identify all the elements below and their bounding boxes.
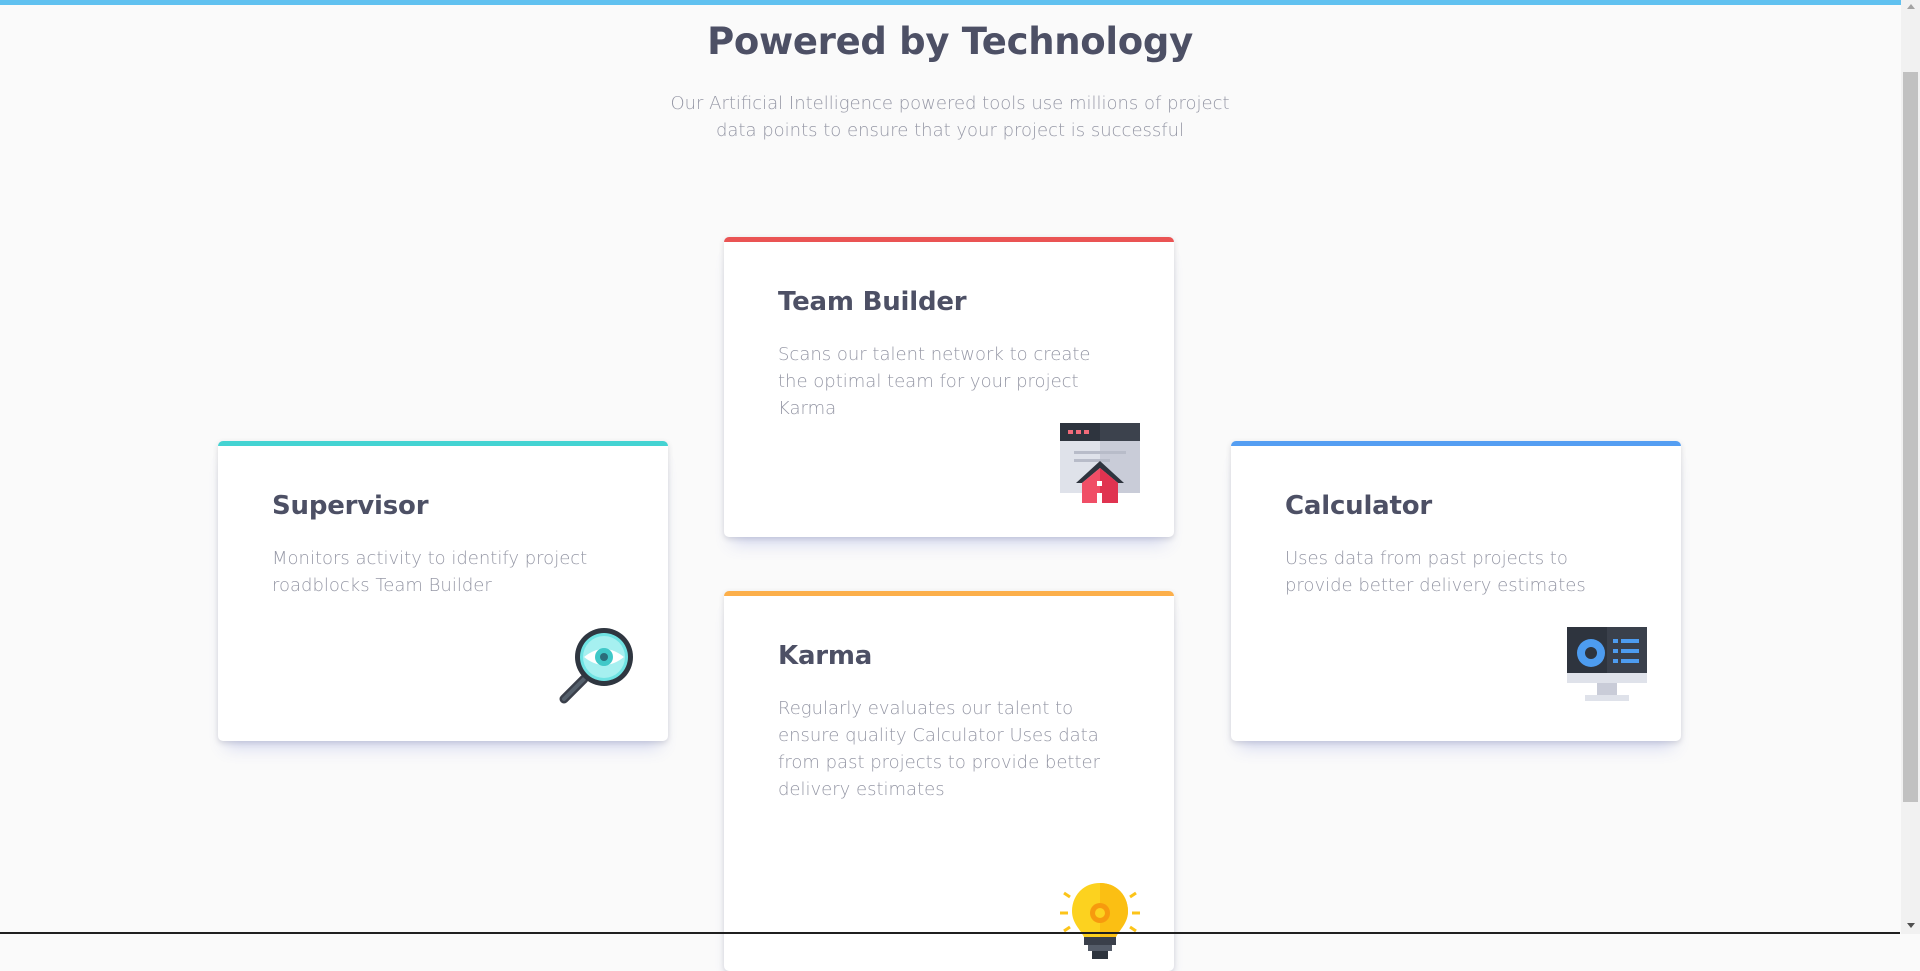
vertical-scrollbar[interactable] [1901,0,1920,934]
house-window-icon [1060,423,1140,503]
top-accent-bar [0,0,1920,5]
section-title: Powered by Technology [707,20,1193,63]
scrollbar-thumb[interactable] [1903,72,1918,802]
card-description: Scans our talent network to create the o… [778,344,1091,419]
scroll-up-arrow-icon[interactable] [1907,4,1915,9]
card-title: Karma [778,641,873,671]
section-subtitle: Our Artificial Intelligence powered tool… [670,93,1230,141]
card-calculator: Calculator Uses data from past projects … [1231,441,1681,741]
lightbulb-icon [1060,883,1140,959]
monitor-chart-icon [1567,627,1647,701]
card-description: Monitors activity to identify project ro… [272,548,588,596]
scroll-down-arrow-icon[interactable] [1907,923,1915,928]
card-title: Team Builder [778,287,967,317]
magnifier-eye-icon [559,628,633,704]
card-title: Calculator [1285,491,1433,521]
card-description: Regularly evaluates our talent to ensure… [778,698,1100,800]
card-karma: Karma Regularly evaluates our talent to … [724,591,1174,971]
card-title: Supervisor [272,491,429,521]
card-supervisor: Supervisor Monitors activity to identify… [218,441,668,741]
card-team-builder: Team Builder Scans our talent network to… [724,237,1174,537]
card-description: Uses data from past projects to provide … [1285,548,1586,596]
